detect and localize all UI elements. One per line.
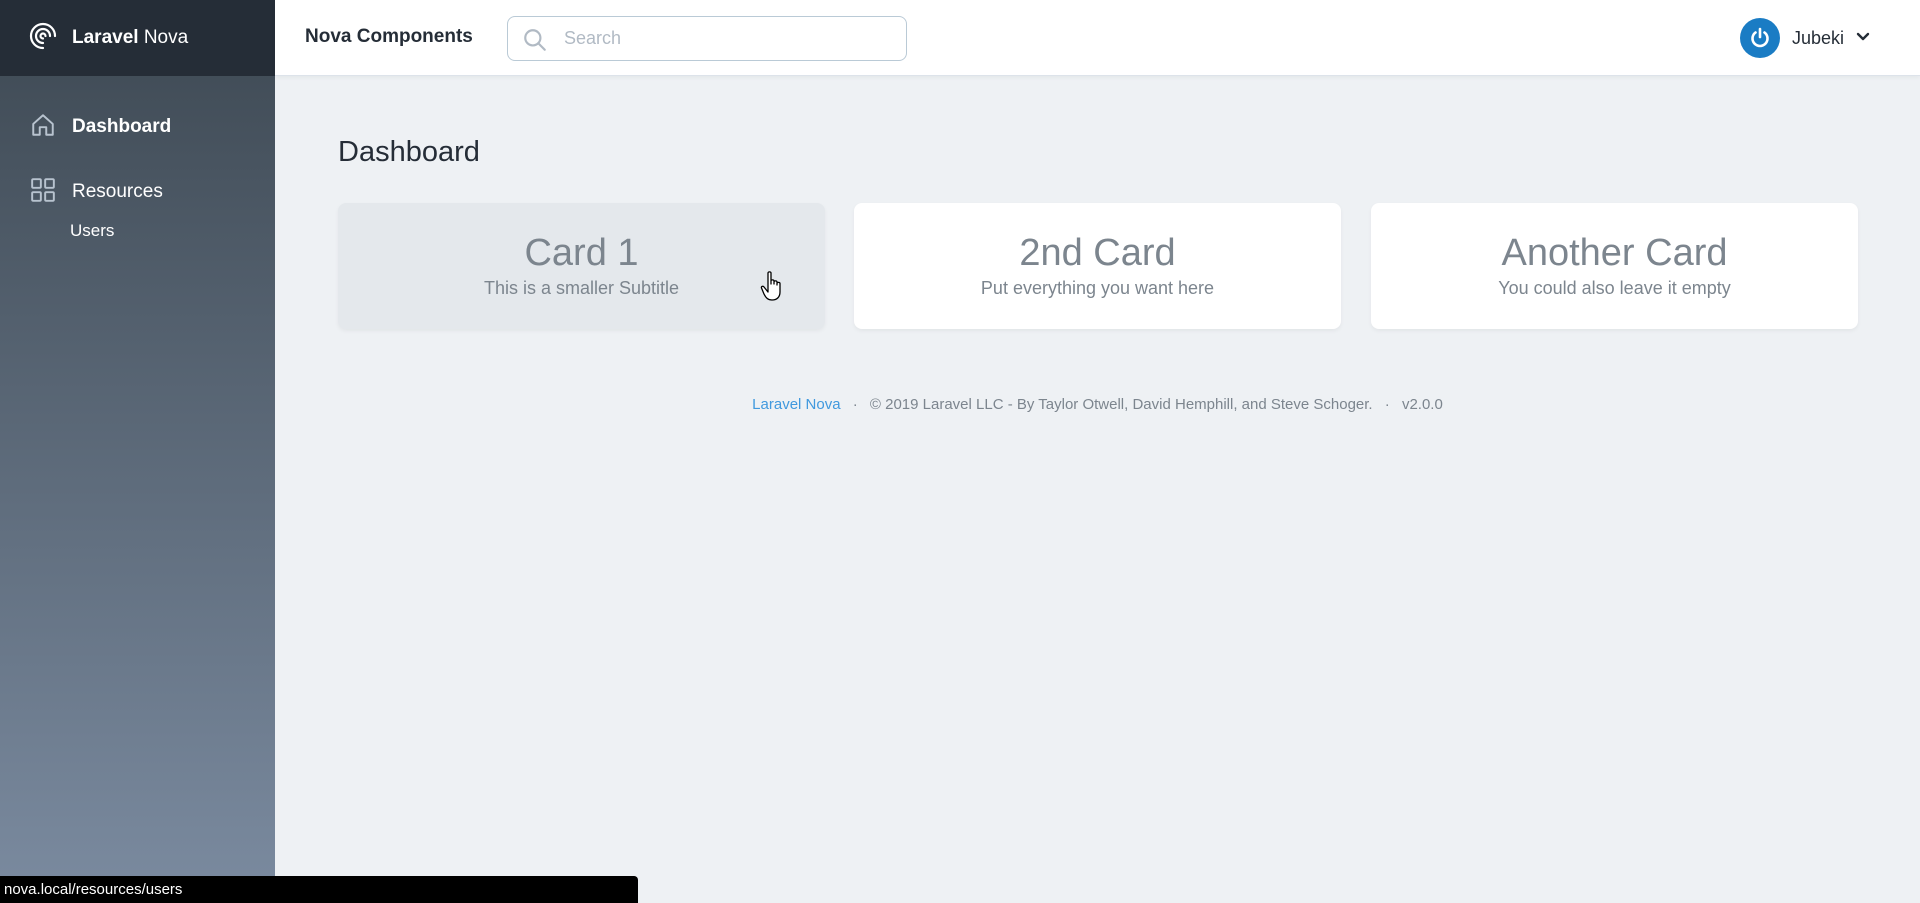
status-bar-url: nova.local/resources/users	[0, 876, 638, 903]
sidebar: Laravel Nova Dashboard Resources Users	[0, 0, 275, 903]
search-input[interactable]	[508, 17, 906, 60]
card-1[interactable]: Card 1 This is a smaller Subtitle	[338, 203, 825, 329]
app-root: Laravel Nova Dashboard Resources Users N…	[0, 0, 1920, 903]
card-title: 2nd Card	[1019, 231, 1176, 274]
user-name: Jubeki	[1791, 27, 1844, 48]
card-2[interactable]: 2nd Card Put everything you want here	[854, 203, 1341, 329]
sidebar-nav: Dashboard Resources Users	[0, 76, 275, 244]
sidebar-item-resources[interactable]: Resources	[0, 177, 275, 208]
card-subtitle: You could also leave it empty	[1498, 278, 1731, 299]
footer-version: v2.0.0	[1401, 396, 1443, 413]
card-subtitle: Put everything you want here	[980, 278, 1215, 299]
hand-cursor-icon	[760, 270, 786, 307]
sidebar-item-label: Dashboard	[72, 116, 172, 137]
avatar	[1739, 18, 1780, 58]
footer: Laravel Nova · © 2019 Laravel LLC - By T…	[275, 396, 1920, 413]
sidebar-item-label: Resources	[72, 181, 163, 202]
card-title: Card 1	[524, 231, 639, 274]
user-menu[interactable]: Jubeki	[1739, 18, 1870, 58]
header-title: Nova Components	[305, 26, 473, 47]
footer-separator: ·	[1384, 396, 1390, 413]
sidebar-item-dashboard[interactable]: Dashboard	[0, 112, 275, 143]
card-3[interactable]: Another Card You could also leave it emp…	[1371, 203, 1858, 329]
footer-separator: ·	[852, 396, 858, 413]
card-title: Another Card	[1501, 231, 1728, 274]
grid-icon	[30, 177, 56, 208]
brand[interactable]: Laravel Nova	[0, 0, 275, 76]
page-title: Dashboard	[338, 136, 480, 168]
top-header: Nova Components Jubeki	[275, 0, 1920, 76]
card-subtitle: This is a smaller Subtitle	[483, 278, 680, 299]
search-icon	[522, 27, 548, 58]
search-box[interactable]	[507, 16, 907, 61]
footer-link[interactable]: Laravel Nova	[752, 396, 840, 413]
nova-logo-icon	[28, 21, 58, 56]
main-content: Dashboard Card 1 This is a smaller Subti…	[275, 76, 1920, 903]
brand-name-light: Nova	[143, 27, 189, 48]
home-icon	[30, 112, 56, 143]
sidebar-item-users[interactable]: Users	[0, 218, 275, 244]
chevron-down-icon	[1856, 29, 1870, 47]
brand-name: Laravel Nova	[72, 27, 188, 49]
brand-name-bold: Laravel	[72, 27, 139, 48]
footer-copyright: © 2019 Laravel LLC - By Taylor Otwell, D…	[869, 396, 1373, 413]
